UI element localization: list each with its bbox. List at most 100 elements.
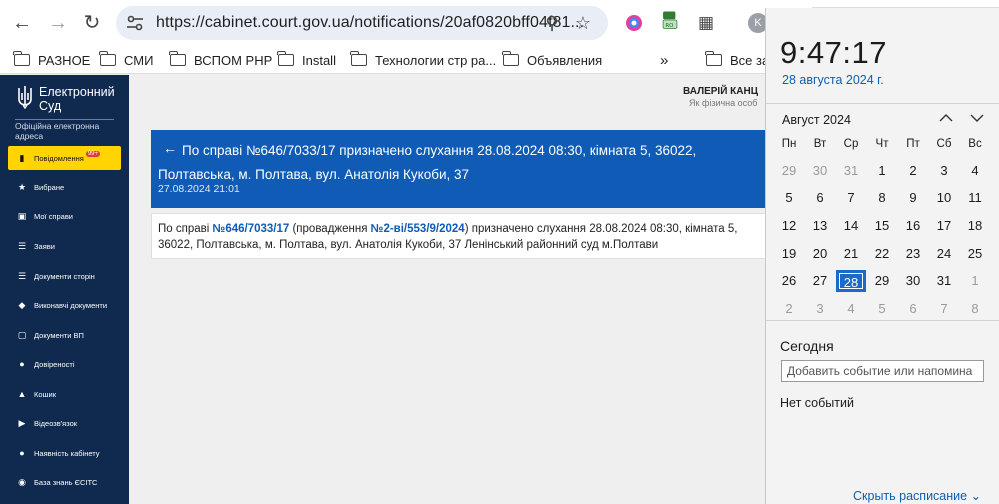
sidebar-item-label: Відеозв'язок — [34, 418, 78, 428]
color-extension-icon[interactable] — [624, 13, 644, 33]
chevron-down-icon[interactable] — [970, 111, 984, 125]
calendar-weekday: Вт — [813, 138, 827, 150]
calendar-day[interactable]: 8 — [867, 187, 897, 209]
logo-title[interactable]: Електронний Суд — [39, 85, 115, 113]
calendar-day[interactable]: 22 — [867, 243, 897, 265]
bookmark-folder[interactable]: Install — [277, 51, 336, 69]
calendar-day[interactable]: 11 — [960, 187, 990, 209]
calendar-day[interactable]: 16 — [898, 215, 928, 237]
calendar-day[interactable]: 6 — [805, 187, 835, 209]
users-icon: ● — [19, 359, 25, 369]
bookmark-folder[interactable]: ВСПОМ РНР — [169, 51, 272, 69]
forward-icon[interactable]: → — [46, 11, 70, 35]
sidebar-item-notifications[interactable]: ▮ Повідомлення 99+ — [8, 146, 121, 170]
calendar-day[interactable]: 30 — [898, 270, 928, 292]
calendar-day[interactable]: 26 — [774, 270, 804, 292]
calendar-day[interactable]: 6 — [898, 298, 928, 320]
sidebar-item-my-cases[interactable]: ▣ Мої справи — [8, 205, 121, 227]
sidebar-item-vp-documents[interactable]: ▢ Документи ВП — [8, 324, 121, 346]
url-text[interactable]: https://cabinet.court.gov.ua/notificatio… — [156, 14, 584, 32]
bookmark-folder[interactable]: Объявления — [502, 51, 602, 69]
calendar-day[interactable]: 1 — [960, 270, 990, 292]
sidebar-item-party-documents[interactable]: ☰ Документи сторін — [8, 265, 121, 287]
calendar-day[interactable]: 29 — [774, 160, 804, 182]
bookmark-label: Все за — [730, 52, 770, 68]
sidebar-item-applications[interactable]: ☰ Заяви — [8, 235, 121, 257]
search-icon[interactable]: ⚲ — [542, 13, 562, 33]
sidebar-item-video-call[interactable]: ▶ Відеозв'язок — [8, 412, 121, 434]
sidebar-item-label: База знань ЄСІТС — [34, 477, 98, 487]
folder-icon — [350, 51, 367, 66]
address-bar[interactable]: https://cabinet.court.gov.ua/notificatio… — [116, 6, 608, 40]
calendar-day[interactable]: 19 — [774, 243, 804, 265]
calendar-day[interactable]: 3 — [805, 298, 835, 320]
extensions-puzzle-icon[interactable]: ▦ — [694, 11, 718, 35]
sidebar-item-executive-documents[interactable]: ◆ Виконавчі документи — [8, 294, 121, 316]
calendar-day[interactable]: 8 — [960, 298, 990, 320]
case-number-link[interactable]: №646/7033/17 — [213, 223, 290, 235]
calendar-day[interactable]: 13 — [805, 215, 835, 237]
chevron-up-icon[interactable] — [939, 111, 953, 125]
calendar-day[interactable]: 15 — [867, 215, 897, 237]
calendar-day[interactable]: 1 — [867, 160, 897, 182]
add-event-input[interactable]: Добавить событие или напомина — [781, 360, 984, 382]
sidebar: Електронний Суд Офіційна електронна адре… — [0, 75, 129, 504]
calendar-day[interactable]: 4 — [960, 160, 990, 182]
sidebar-item-knowledge-base[interactable]: ◉ База знань ЄСІТС — [8, 471, 121, 493]
calendar-day[interactable]: 29 — [867, 270, 897, 292]
calendar-month-label[interactable]: Август 2024 — [782, 113, 851, 127]
calendar-day[interactable]: 5 — [867, 298, 897, 320]
hide-schedule-button[interactable]: Скрыть расписание ⌄ — [853, 488, 981, 503]
calendar-day[interactable]: 14 — [836, 215, 866, 237]
sidebar-item-cabinet-check[interactable]: ● Наявність кабінету — [8, 442, 121, 464]
more-bookmarks-button[interactable]: » — [660, 51, 668, 69]
video-icon: ▶ — [18, 417, 26, 428]
calendar-day[interactable]: 23 — [898, 243, 928, 265]
calendar-day[interactable]: 3 — [929, 160, 959, 182]
calendar-day[interactable]: 31 — [929, 270, 959, 292]
calendar-day[interactable]: 18 — [960, 215, 990, 237]
calendar-day[interactable]: 2 — [774, 298, 804, 320]
calendar-day[interactable]: 31 — [836, 160, 866, 182]
sidebar-item-label: Документи сторін — [34, 271, 95, 281]
sidebar-item-label: Мої справи — [34, 211, 73, 221]
background-window-edge — [812, 0, 999, 8]
calendar-day[interactable]: 10 — [929, 187, 959, 209]
calendar-day[interactable]: 25 — [960, 243, 990, 265]
calendar-day[interactable]: 7 — [836, 187, 866, 209]
back-icon[interactable]: ← — [10, 11, 34, 35]
sidebar-item-powers-of-attorney[interactable]: ● Довіреності — [8, 353, 121, 375]
calendar-day[interactable]: 30 — [805, 160, 835, 182]
calendar-day[interactable]: 28 — [836, 270, 866, 292]
site-settings-icon[interactable] — [126, 15, 144, 31]
calendar-day[interactable]: 12 — [774, 215, 804, 237]
main-content: ВАЛЕРІЙ КАНЦ Як фізична особ ← По справі… — [129, 75, 771, 504]
notification-count-badge: 99+ — [85, 151, 100, 157]
bookmark-star-icon[interactable]: ☆ — [573, 13, 593, 33]
calendar-day[interactable]: 5 — [774, 187, 804, 209]
bookmark-folder[interactable]: СМИ — [99, 51, 153, 69]
calendar-day[interactable]: 4 — [836, 298, 866, 320]
sidebar-item-trash[interactable]: ▲ Кошик — [8, 383, 121, 405]
bookmark-folder[interactable]: РАЗНОЕ — [13, 51, 90, 69]
calendar-day[interactable]: 7 — [929, 298, 959, 320]
calendar-day[interactable]: 17 — [929, 215, 959, 237]
translate-extension-icon[interactable]: RO — [660, 10, 680, 30]
reload-icon[interactable]: ↻ — [80, 11, 104, 35]
divider — [766, 103, 999, 104]
clock-date-link[interactable]: 28 августа 2024 г. — [782, 73, 884, 87]
proceeding-number-link[interactable]: №2-ві/553/9/2024 — [371, 223, 465, 235]
calendar-day[interactable]: 24 — [929, 243, 959, 265]
calendar-day[interactable]: 20 — [805, 243, 835, 265]
chat-icon: ◉ — [18, 476, 26, 487]
calendar-day[interactable]: 2 — [898, 160, 928, 182]
calendar-day[interactable]: 9 — [898, 187, 928, 209]
sidebar-item-favorites[interactable]: ★ Вибране — [8, 176, 121, 198]
notification-date: 27.08.2024 21:01 — [158, 183, 240, 195]
calendar-day[interactable]: 21 — [836, 243, 866, 265]
calendar-day[interactable]: 27 — [805, 270, 835, 292]
user-name[interactable]: ВАЛЕРІЙ КАНЦ — [683, 86, 758, 97]
bookmark-folder[interactable]: Технологии стр ра... — [350, 51, 496, 69]
bookmark-folder[interactable]: Все за — [705, 51, 770, 69]
chevron-down-icon: ⌄ — [970, 489, 982, 503]
